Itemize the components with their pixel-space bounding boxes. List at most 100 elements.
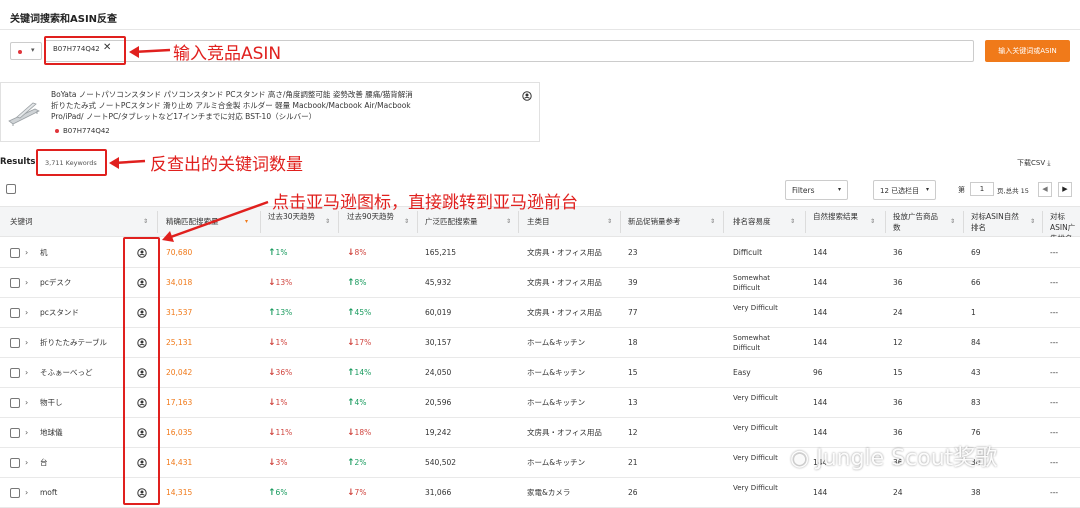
chevron-right-icon[interactable]: › [25,358,28,388]
sort-icon[interactable]: ⇕ [143,218,148,225]
row-checkbox[interactable] [10,488,20,498]
cell-broad: 24,050 [425,368,452,377]
marketplace-select[interactable]: ▾ [10,42,42,60]
row-checkbox[interactable] [10,308,20,318]
trend-up-icon: ↑ [347,458,355,468]
sort-icon[interactable]: ⇕ [506,218,511,225]
sort-icon[interactable]: ⇕ [870,218,875,225]
table-row[interactable]: › そふぁーべっど 20,042 ↓36% ↑14% 24,050 ホーム&キッチン 15 Ea… [0,358,1080,388]
chevron-right-icon[interactable]: › [25,388,28,418]
chevron-right-icon[interactable]: › [25,448,28,478]
cell-volume: 31,537 [166,308,193,317]
trend-t90: ↑8% [347,268,366,298]
columns-dropdown[interactable]: 12 已选栏目 ▾ [873,180,936,200]
row-checkbox[interactable] [10,338,20,348]
column-header-ease[interactable]: 排名容易度 [733,207,788,237]
cell-ease: Easy [733,368,751,377]
cell-ease: Somewhat Difficult [733,274,771,292]
table-row[interactable]: › pcスタンド 31,537 ↑13% ↑45% 60,019 文房具・オフィス用品 77 V… [0,298,1080,328]
annotation-amazon: 点击亚马逊图标，直接跳转到亚马逊前台 [272,193,578,213]
sort-icon[interactable]: ⇕ [404,218,409,225]
column-header-sponsored[interactable]: 投放广告商品数 [893,207,943,237]
trend-value: 8% [354,278,367,287]
cell-asin-ad: --- [1050,278,1059,287]
cell-keyword[interactable]: 折りたたみテーブル [40,328,107,358]
product-title: BoYata ノートパソコンスタンド パソコンスタンド PCスタンド 高さ/角度… [51,90,413,121]
column-header-organic[interactable]: 自然搜索结果 [813,207,868,237]
trend-value: 18% [354,428,372,437]
cell-keyword[interactable]: 机 [40,238,48,268]
cell-ads: 24 [893,308,903,317]
cell-keyword[interactable]: 地球儀 [40,418,63,448]
cell-ads: 12 [893,338,903,347]
row-checkbox[interactable] [10,248,20,258]
sort-icon[interactable]: ⇕ [950,218,955,225]
column-header-asin-organic[interactable]: 对标ASIN自然排名 [971,207,1026,237]
search-button[interactable]: 输入关键词或ASIN [985,40,1070,62]
page-input[interactable]: 1 [970,182,994,196]
row-checkbox[interactable] [10,368,20,378]
row-checkbox[interactable] [10,458,20,468]
chevron-right-icon[interactable]: › [25,478,28,508]
row-checkbox[interactable] [10,428,20,438]
cell-keyword[interactable]: pcスタンド [40,298,79,328]
table-row[interactable]: › moft 14,315 ↑6% ↓7% 31,066 家電&カメラ 26 Very Diff… [0,478,1080,508]
cell-keyword[interactable]: pcデスク [40,268,71,298]
cell-keyword[interactable]: そふぁーべっど [40,358,93,388]
column-header-asin-ad[interactable]: 对标ASIN广告排名 [1050,207,1080,237]
download-csv-link[interactable]: 下载CSV ⤓ [1017,158,1050,168]
chevron-right-icon[interactable]: › [25,298,28,328]
filters-dropdown[interactable]: Filters ▾ [785,180,848,200]
chevron-right-icon[interactable]: › [25,268,28,298]
chevron-right-icon[interactable]: › [25,328,28,358]
trend-t30: ↑1% [268,238,287,268]
sort-icon[interactable]: ⇕ [790,218,795,225]
cell-category: 文房具・オフィス用品 [527,428,602,437]
cell-keyword[interactable]: moft [40,478,57,508]
cell-asin-ad: --- [1050,308,1059,317]
cell-ease: Very Difficult [733,304,778,312]
cell-ease: Very Difficult [733,424,778,432]
column-divider [885,211,886,233]
chevron-right-icon[interactable]: › [25,238,28,268]
column-header-exact-volume[interactable]: 精确匹配搜索量 [166,207,244,237]
select-all-checkbox[interactable] [6,184,16,194]
trend-value: 1% [275,398,288,407]
chevron-right-icon[interactable]: › [25,418,28,448]
trend-value: 17% [354,338,372,347]
sort-icon[interactable]: ⇕ [607,218,612,225]
cell-keyword[interactable]: 台 [40,448,48,478]
column-header-promo[interactable]: 新品促销量参考 [628,207,708,237]
column-divider [723,211,724,233]
cell-category: 文房具・オフィス用品 [527,248,602,257]
table-row[interactable]: › 机 70,680 ↑1% ↓8% 165,215 文房具・オフィス用品 23 Difficu… [0,238,1080,268]
row-checkbox[interactable] [10,278,20,288]
table-row[interactable]: › 折りたたみテーブル 25,131 ↓1% ↓17% 30,157 ホーム&キッチン 18 S… [0,328,1080,358]
cell-keyword[interactable]: 物干し [40,388,63,418]
sort-icon[interactable]: ⇕ [1030,218,1035,225]
column-divider [620,211,621,233]
trend-t90: ↓17% [347,328,371,358]
trend-t30: ↓1% [268,328,287,358]
cell-organic: 144 [813,278,828,287]
amazon-icon[interactable] [522,91,532,101]
table-row[interactable]: › 物干し 17,163 ↓1% ↑4% 20,596 ホーム&キッチン 13 Very Dif… [0,388,1080,418]
japan-flag-icon [18,50,22,54]
prev-page-button[interactable]: ◀ [1038,182,1052,197]
sort-icon[interactable]: ⇕ [710,218,715,225]
sort-desc-icon[interactable]: ▾ [245,218,248,225]
cell-promo: 39 [628,278,638,287]
trend-value: 13% [275,278,293,287]
trend-t90: ↑4% [347,388,366,418]
column-header-keyword[interactable]: 关键词 [10,207,120,237]
cell-organic: 144 [813,398,828,407]
table-row[interactable]: › pcデスク 34,018 ↓13% ↑8% 45,932 文房具・オフィス用品 39 Som… [0,268,1080,298]
row-checkbox[interactable] [10,398,20,408]
cell-promo: 12 [628,428,638,437]
cell-ads: 36 [893,248,903,257]
column-divider [417,211,418,233]
sort-icon[interactable]: ⇕ [325,218,330,225]
next-page-button[interactable]: ▶ [1058,182,1072,197]
wechat-icon: ◉ [790,446,810,471]
watermark: ◉ Jungle Scout奖歌 [790,440,997,472]
